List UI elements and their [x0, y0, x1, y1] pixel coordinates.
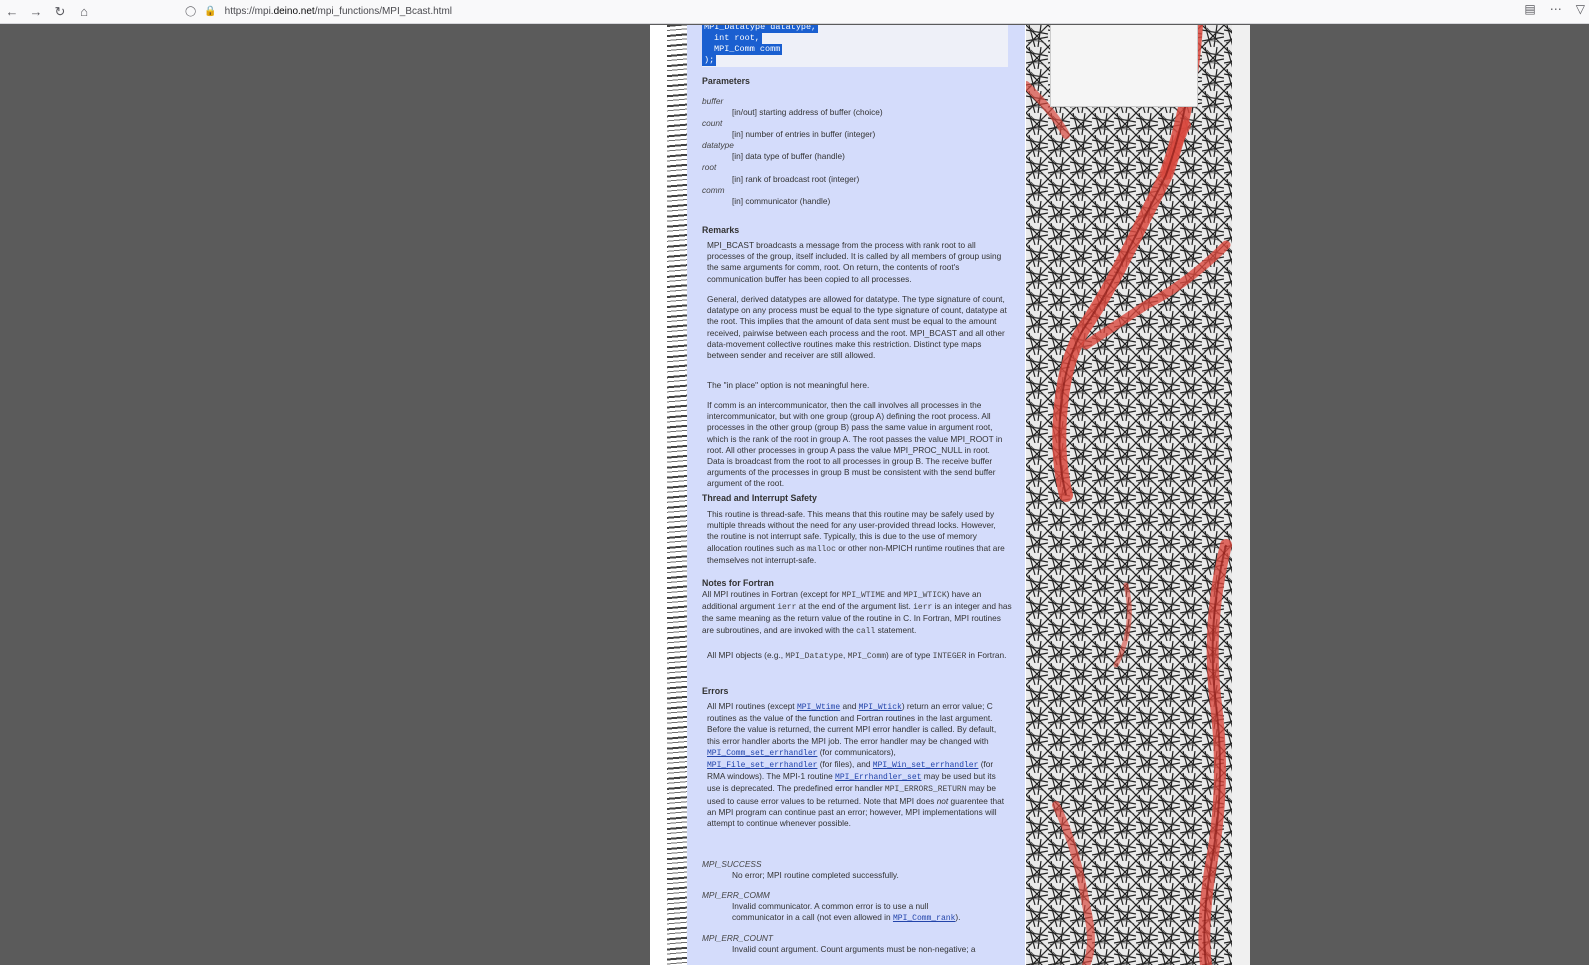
pocket-icon[interactable]: ▽ — [1576, 2, 1585, 16]
code-line[interactable]: MPI_Datatype datatype, — [702, 25, 819, 33]
link-mpi-file-set-errhandler[interactable]: MPI_File_set_errhandler — [707, 761, 817, 770]
remarks-paragraph: MPI_BCAST broadcasts a message from the … — [707, 240, 1002, 284]
image-placeholder-box — [1050, 25, 1198, 107]
menu-icon[interactable]: ⋯ — [1550, 2, 1562, 16]
url-text: https://mpi.deino.net/mpi_functions/MPI_… — [224, 6, 452, 17]
param-name: comm — [702, 185, 725, 195]
parameters-heading: Parameters — [702, 76, 750, 86]
url-bar[interactable]: ◯ 🔒 https://mpi.deino.net/mpi_functions/… — [185, 2, 1480, 21]
thread-safety-heading: Thread and Interrupt Safety — [702, 493, 817, 503]
error-code-desc: Invalid communicator. A common error is … — [732, 901, 961, 924]
errors-heading: Errors — [702, 686, 729, 696]
document-content: MPI_Datatype datatype, int root, MPI_Com… — [687, 25, 1025, 965]
code-line[interactable]: int root, — [702, 33, 762, 44]
browser-toolbar: ← → ↻ ⌂ ◯ 🔒 https://mpi.deino.net/mpi_fu… — [0, 0, 1589, 24]
page-right-margin — [1232, 25, 1250, 965]
reload-icon[interactable]: ↻ — [48, 2, 72, 22]
fortran-heading: Notes for Fortran — [702, 578, 774, 588]
link-mpi-comm-rank[interactable]: MPI_Comm_rank — [893, 914, 955, 923]
remarks-heading: Remarks — [702, 225, 740, 235]
errors-paragraph: All MPI routines (except MPI_Wtime and M… — [707, 701, 1005, 829]
link-mpi-wtick[interactable]: MPI_Wtick — [859, 703, 902, 712]
error-code-name: MPI_SUCCESS — [702, 859, 762, 869]
param-desc: [in] communicator (handle) — [732, 196, 831, 206]
param-desc: [in/out] starting address of buffer (cho… — [732, 107, 883, 117]
param-name: root — [702, 162, 717, 172]
link-mpi-wtime[interactable]: MPI_Wtime — [797, 703, 840, 712]
decorative-strip — [667, 25, 687, 965]
link-mpi-win-set-errhandler[interactable]: MPI_Win_set_errhandler — [873, 761, 979, 770]
fortran-paragraph: All MPI routines in Fortran (except for … — [702, 589, 1012, 636]
decorative-image — [1026, 25, 1232, 965]
error-code-desc: No error; MPI routine completed successf… — [732, 870, 899, 880]
code-line[interactable]: ); — [702, 55, 717, 66]
param-name: buffer — [702, 96, 724, 106]
fortran-paragraph: All MPI objects (e.g., MPI_Datatype, MPI… — [707, 650, 1007, 661]
remarks-paragraph: The "in place" option is not meaningful … — [707, 380, 870, 390]
param-name: datatype — [702, 140, 734, 150]
error-code-desc: Invalid count argument. Count arguments … — [732, 944, 976, 954]
param-desc: [in] data type of buffer (handle) — [732, 151, 845, 161]
error-code-name: MPI_ERR_COMM — [702, 890, 770, 900]
forward-icon[interactable]: → — [24, 2, 48, 22]
link-mpi-comm-set-errhandler[interactable]: MPI_Comm_set_errhandler — [707, 749, 817, 758]
reader-icon[interactable]: ▤ — [1524, 2, 1535, 16]
thread-safety-paragraph: This routine is thread-safe. This means … — [707, 509, 1005, 565]
lock-icon[interactable]: 🔒 — [204, 6, 216, 17]
param-desc: [in] number of entries in buffer (intege… — [732, 129, 876, 139]
param-name: count — [702, 118, 723, 128]
home-icon[interactable]: ⌂ — [72, 2, 96, 22]
back-icon[interactable]: ← — [0, 2, 24, 22]
remarks-paragraph: If comm is an intercommunicator, then th… — [707, 400, 1003, 489]
error-code-name: MPI_ERR_COUNT — [702, 933, 773, 943]
param-desc: [in] rank of broadcast root (integer) — [732, 174, 860, 184]
remarks-paragraph: General, derived datatypes are allowed f… — [707, 294, 1007, 361]
code-line[interactable]: MPI_Comm comm — [702, 44, 783, 55]
link-mpi-errhandler-set[interactable]: MPI_Errhandler_set — [835, 773, 921, 782]
shield-icon[interactable]: ◯ — [185, 6, 196, 17]
